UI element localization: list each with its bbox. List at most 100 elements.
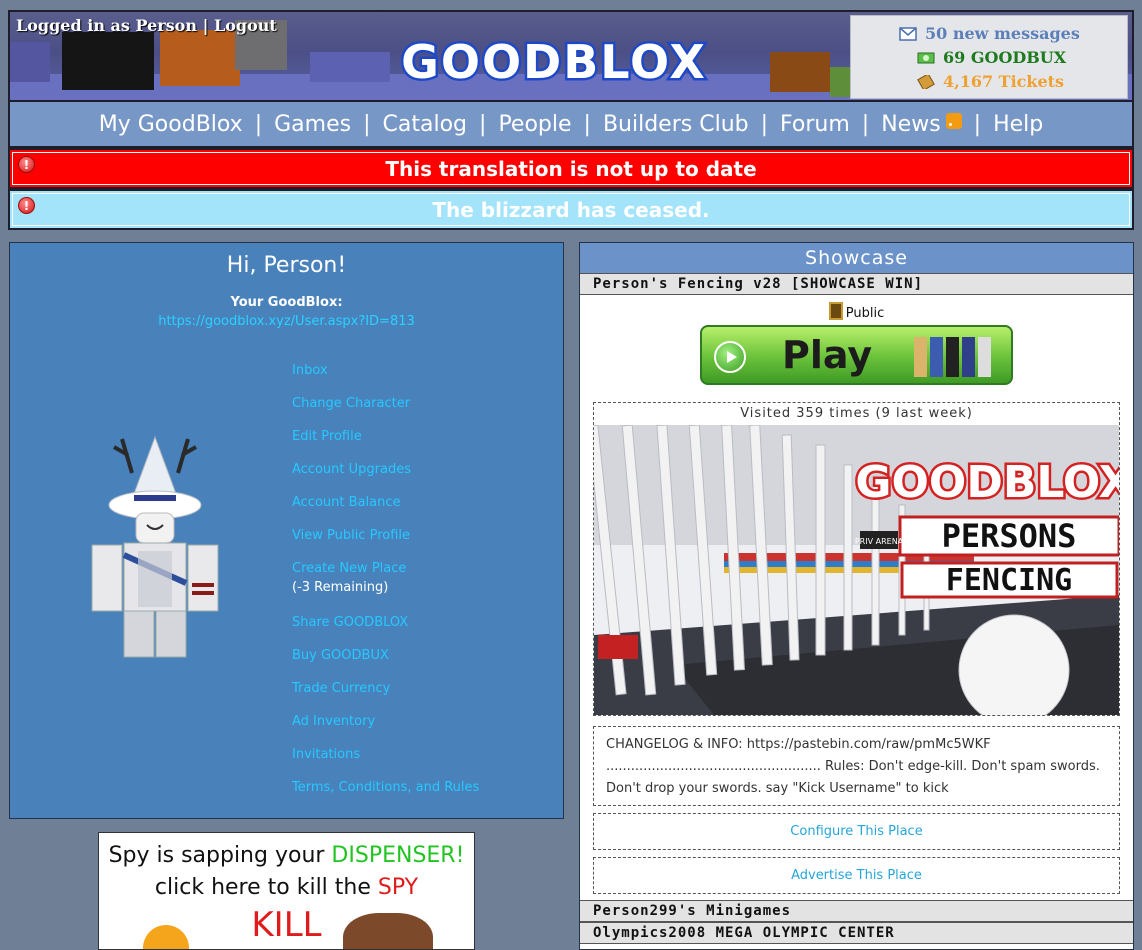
- tickets-row[interactable]: 4,167 Tickets: [917, 72, 1064, 91]
- nav-my-goodblox[interactable]: My GoodBlox: [99, 112, 243, 137]
- nav-divider: |: [973, 111, 982, 137]
- banner-brick: [62, 32, 154, 90]
- place-description: CHANGELOG & INFO: https://pastebin.com/r…: [593, 726, 1120, 806]
- banner-brick: [770, 52, 830, 92]
- link-ad-inventory[interactable]: Ad Inventory: [292, 714, 479, 747]
- link-create-new-place[interactable]: Create New Place: [292, 561, 406, 576]
- nav-forum[interactable]: Forum: [780, 112, 850, 137]
- money-icon: [917, 52, 935, 63]
- character-figure: [978, 337, 991, 377]
- showcase-panel: Showcase Person's Fencing v28 [SHOWCASE …: [579, 242, 1134, 950]
- envelope-icon: [899, 26, 917, 41]
- ticket-icon: [917, 74, 935, 89]
- place-title-bar[interactable]: Person299's Minigames: [580, 900, 1133, 922]
- banner-brick: [160, 30, 240, 86]
- alert-translation: ! This translation is not up to date: [8, 148, 1134, 189]
- logged-in-text: Logged in as Person: [16, 16, 197, 35]
- profile-url-link[interactable]: https://goodblox.xyz/User.aspx?ID=813: [10, 314, 563, 329]
- profile-panel: Hi, Person! Your GoodBlox: https://goodb…: [9, 242, 564, 819]
- ad-spy-image: [343, 913, 433, 949]
- place-preview: Visited 359 times (9 last week) GOODBLOX…: [593, 402, 1120, 716]
- access-label: Public: [845, 306, 885, 321]
- header-banner: Logged in as Person | Logout GOODBLOX 50…: [8, 10, 1134, 102]
- play-label: Play: [782, 333, 873, 377]
- link-share-goodblox[interactable]: Share GOODBLOX: [292, 615, 479, 648]
- link-inbox[interactable]: Inbox: [292, 363, 479, 396]
- alert-blizzard: ! The blizzard has ceased.: [8, 189, 1134, 230]
- advertise-place-link[interactable]: Advertise This Place: [593, 857, 1120, 894]
- character-figure: [914, 337, 927, 377]
- link-buy-goodbux[interactable]: Buy GOODBUX: [292, 648, 479, 681]
- currency-amount: 69 GOODBUX: [943, 48, 1067, 67]
- alert-text: The blizzard has ceased.: [432, 197, 710, 222]
- remaining-places: (-3 Remaining): [292, 580, 389, 595]
- messages-link[interactable]: 50 new messages: [925, 24, 1080, 43]
- goodblox-logo[interactable]: GOODBLOX: [398, 34, 710, 90]
- visit-count: Visited 359 times (9 last week): [740, 406, 973, 421]
- character-figure: [962, 337, 975, 377]
- nav-news[interactable]: News: [881, 111, 962, 137]
- banner-brick: [10, 42, 50, 82]
- ad-text: click here to kill the: [154, 875, 378, 900]
- place-title-bar[interactable]: Person's Fencing v28 [SHOWCASE WIN]: [580, 273, 1133, 295]
- warning-icon: !: [18, 156, 35, 173]
- thumbnail-title-2: FENCING: [946, 563, 1072, 598]
- ad-line-1: Spy is sapping your DISPENSER!: [99, 843, 474, 868]
- place-thumbnail[interactable]: GOODBLOX PERSONS FENCING PRIV ARENA: [594, 425, 1119, 715]
- link-account-balance[interactable]: Account Balance: [292, 495, 479, 528]
- nav-people[interactable]: People: [498, 112, 571, 137]
- link-edit-profile[interactable]: Edit Profile: [292, 429, 479, 462]
- alert-text: This translation is not up to date: [385, 156, 757, 181]
- nav-divider: |: [254, 111, 263, 137]
- nav-news-label: News: [881, 111, 941, 137]
- rss-icon: [945, 112, 962, 129]
- ad-text-highlight: DISPENSER!: [331, 843, 465, 868]
- configure-place-link[interactable]: Configure This Place: [593, 813, 1120, 850]
- nav-catalog[interactable]: Catalog: [383, 112, 468, 137]
- nav-divider: |: [583, 111, 591, 137]
- ad-line-2: click here to kill the SPY: [99, 875, 474, 900]
- play-button[interactable]: Play: [700, 325, 1013, 385]
- nav-divider: |: [760, 111, 769, 137]
- greeting: Hi, Person!: [226, 253, 347, 278]
- link-terms[interactable]: Terms, Conditions, and Rules: [292, 780, 479, 813]
- nav-help[interactable]: Help: [993, 112, 1043, 137]
- thumbnail-title-1: PERSONS: [942, 517, 1077, 555]
- advertisement-banner[interactable]: Spy is sapping your DISPENSER! click her…: [98, 832, 475, 950]
- thumbnail-logo: GOODBLOX: [855, 457, 1119, 508]
- your-goodblox-label: Your GoodBlox:: [230, 295, 343, 310]
- door-icon: [828, 302, 843, 320]
- access-status: Public: [580, 302, 1133, 321]
- tickets-amount: 4,167 Tickets: [943, 72, 1065, 91]
- showcase-title: Showcase: [580, 243, 1133, 273]
- link-change-character[interactable]: Change Character: [292, 396, 479, 429]
- character-figure: [946, 337, 959, 377]
- play-icon: [714, 341, 746, 373]
- login-status: Logged in as Person | Logout: [16, 16, 277, 35]
- currency-row[interactable]: 69 GOODBUX: [917, 48, 1066, 67]
- nav-games[interactable]: Games: [274, 112, 351, 137]
- link-view-public-profile[interactable]: View Public Profile: [292, 528, 479, 561]
- login-separator: |: [202, 16, 209, 35]
- messages-row[interactable]: 50 new messages: [899, 24, 1080, 43]
- link-invitations[interactable]: Invitations: [292, 747, 479, 780]
- nav-divider: |: [861, 111, 870, 137]
- link-account-upgrades[interactable]: Account Upgrades: [292, 462, 479, 495]
- nav-builders-club[interactable]: Builders Club: [603, 112, 749, 137]
- main-nav: My GoodBlox | Games | Catalog | People |…: [8, 102, 1134, 148]
- create-place-group: Create New Place (-3 Remaining): [292, 561, 479, 615]
- logout-link[interactable]: Logout: [214, 16, 277, 35]
- avatar[interactable]: [70, 433, 240, 663]
- user-links-list: Inbox Change Character Edit Profile Acco…: [292, 363, 479, 813]
- account-panel: 50 new messages 69 GOODBUX 4,167 Tickets: [850, 15, 1128, 99]
- warning-icon: !: [18, 197, 35, 214]
- place-title-bar[interactable]: Olympics2008 MEGA OLYMPIC CENTER: [580, 922, 1133, 944]
- banner-brick: [310, 52, 390, 82]
- logo-text: GOODBLOX: [401, 35, 707, 89]
- nav-divider: |: [479, 111, 487, 137]
- ad-text-highlight: SPY: [377, 875, 419, 900]
- character-figure: [930, 337, 943, 377]
- link-trade-currency[interactable]: Trade Currency: [292, 681, 479, 714]
- nav-divider: |: [363, 111, 371, 137]
- thumbnail-sign: PRIV ARENA: [855, 537, 904, 546]
